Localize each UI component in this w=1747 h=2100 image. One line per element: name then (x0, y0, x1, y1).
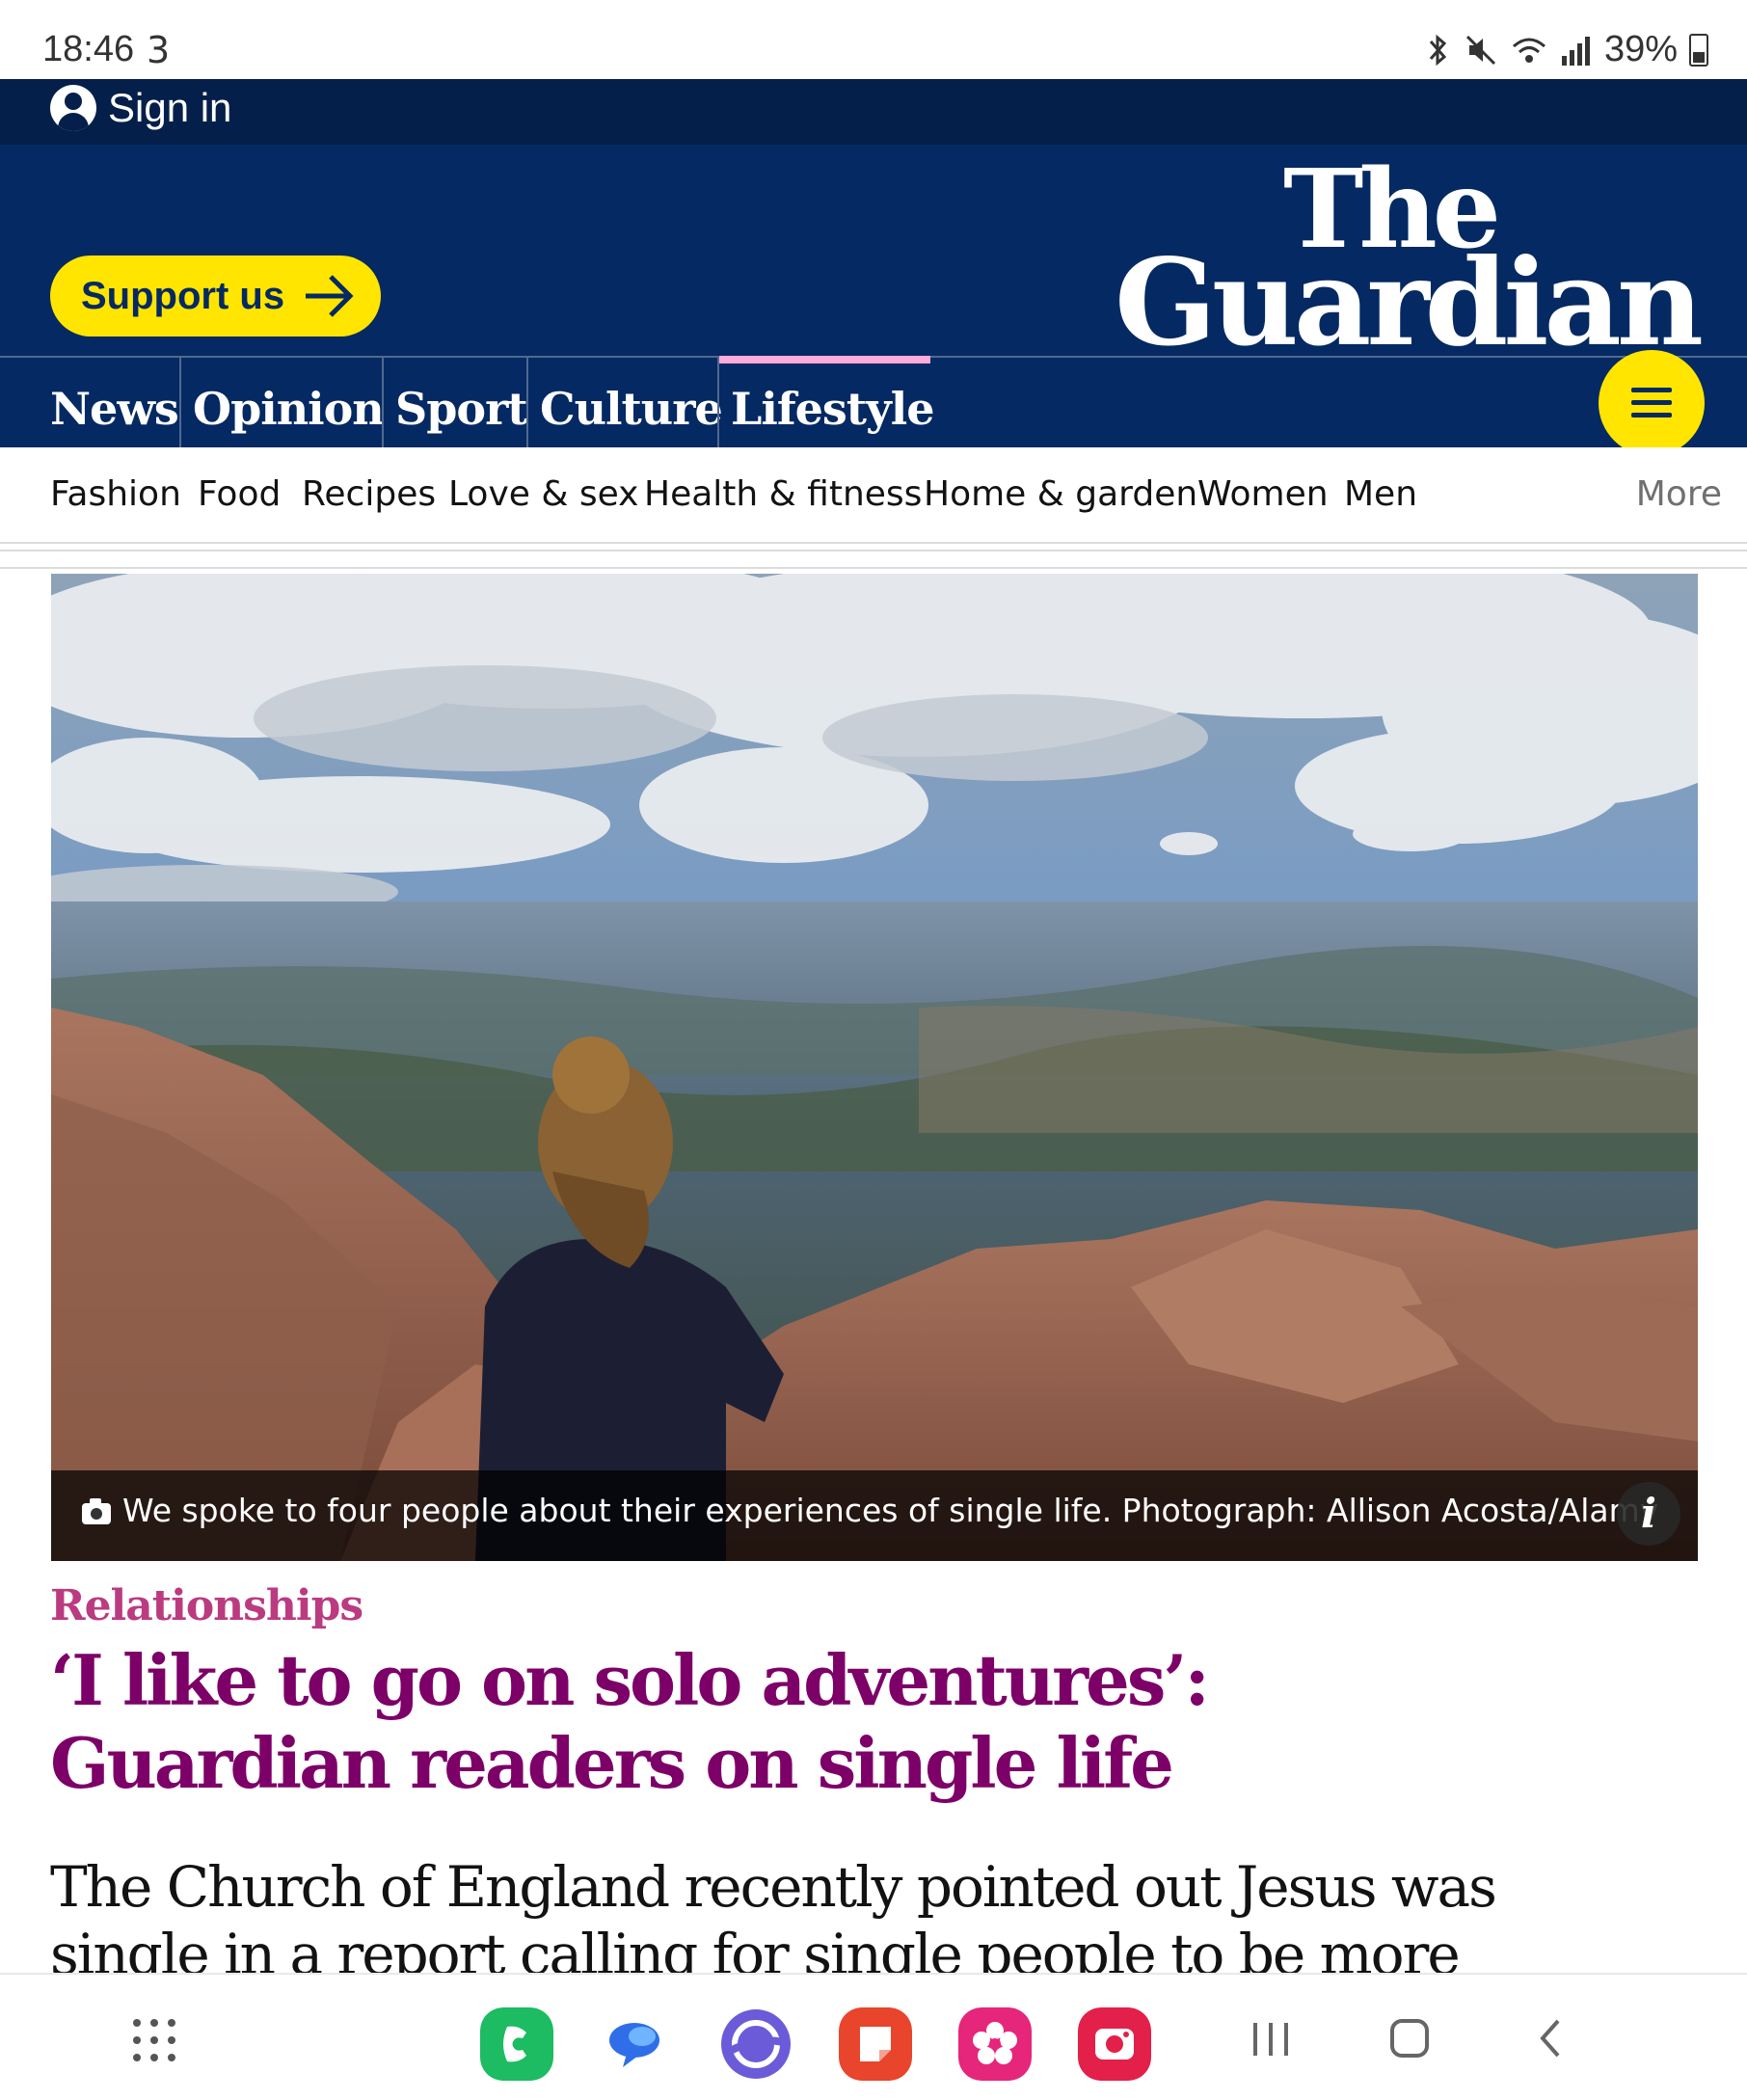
recents-icon[interactable] (1250, 2017, 1292, 2060)
info-button[interactable]: i (1617, 1482, 1680, 1546)
divider (0, 550, 1747, 552)
pillar-opinion[interactable]: Opinion (179, 358, 385, 449)
pillar-culture[interactable]: Culture (526, 358, 723, 449)
phone-app-icon[interactable] (480, 2007, 553, 2081)
subnav-home-garden[interactable]: Home & garden (924, 474, 1197, 514)
app-dock (0, 1973, 1747, 2100)
pillar-nav: News Opinion Sport Culture Lifestyle (0, 350, 1747, 456)
image-caption: We spoke to four people about their expe… (51, 1470, 1698, 1561)
status-time: 18:46 (42, 29, 135, 69)
battery-icon (1689, 33, 1708, 67)
pillar-news[interactable]: News (50, 358, 179, 449)
app-drawer-icon[interactable] (133, 2019, 175, 2061)
signal-icon (1561, 36, 1590, 66)
messages-app-icon[interactable] (598, 2007, 671, 2081)
subnav-fashion[interactable]: Fashion (50, 474, 181, 514)
support-us-label: Support us (81, 274, 285, 317)
internet-app-icon[interactable] (719, 2007, 793, 2081)
menu-button[interactable] (1599, 350, 1705, 456)
wifi-icon (1512, 38, 1545, 63)
status-icons: 39% (1423, 29, 1708, 70)
subnav-women[interactable]: Women (1197, 474, 1329, 514)
camera-icon (82, 1498, 111, 1524)
divider (0, 567, 1747, 569)
subnav-love-sex[interactable]: Love & sex (448, 474, 638, 514)
article-kicker[interactable]: Relationships (50, 1581, 363, 1630)
camera-app-icon[interactable] (1078, 2007, 1151, 2081)
guardian-logo[interactable]: The Guardian (1114, 156, 1704, 373)
article-headline: ‘I like to go on solo adventures’: Guard… (50, 1639, 1210, 1804)
account-bar: Sign in (0, 79, 1747, 145)
subnav-health-fitness[interactable]: Health & fitness (644, 474, 922, 514)
sign-in-label: Sign in (108, 85, 232, 130)
menu-line (1631, 400, 1672, 405)
account-icon (50, 85, 96, 131)
hero-photo (51, 574, 1698, 1561)
bluetooth-icon (1429, 34, 1447, 66)
battery-percent: 39% (1603, 29, 1678, 69)
article-standfirst: The Church of England recently pointed o… (50, 1854, 1497, 1987)
back-icon[interactable] (1531, 2017, 1573, 2060)
carrier-icon: 3 (147, 29, 171, 71)
flower-app-icon[interactable] (958, 2007, 1032, 2081)
sub-nav: Fashion Food Recipes Love & sex Health &… (0, 447, 1747, 544)
pillar-lifestyle[interactable]: Lifestyle (717, 356, 935, 449)
caption-text: We spoke to four people about their expe… (122, 1492, 1659, 1529)
subnav-more[interactable]: More (1636, 474, 1722, 514)
pillar-sport[interactable]: Sport (382, 358, 528, 449)
hero-image[interactable]: We spoke to four people about their expe… (51, 574, 1698, 1561)
menu-line (1631, 388, 1672, 392)
menu-line (1631, 413, 1672, 417)
home-icon[interactable] (1388, 2017, 1431, 2060)
masthead: Support us The Guardian (0, 145, 1747, 373)
sign-in-link[interactable]: Sign in (50, 85, 231, 131)
subnav-food[interactable]: Food (198, 474, 281, 514)
arrow-right-icon (306, 275, 354, 317)
notes-app-icon[interactable] (839, 2007, 912, 2081)
status-bar: 18:46 3 39% (0, 0, 1747, 79)
logo-guardian: Guardian (1114, 232, 1704, 373)
mute-icon (1465, 35, 1495, 65)
subnav-recipes[interactable]: Recipes (302, 474, 436, 514)
support-us-button[interactable]: Support us (50, 256, 381, 337)
subnav-men[interactable]: Men (1344, 474, 1417, 514)
